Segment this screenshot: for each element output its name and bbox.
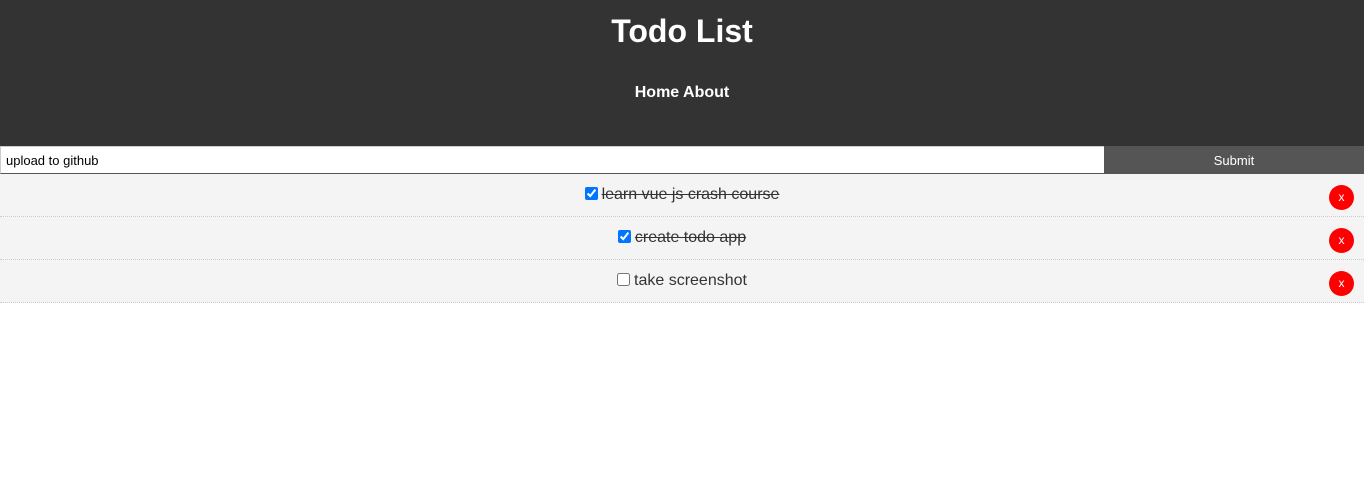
todo-item: learn vue js crash course x xyxy=(0,174,1364,217)
todo-item: take screenshot x xyxy=(0,260,1364,303)
todo-list: learn vue js crash course x create todo … xyxy=(0,174,1364,303)
todo-checkbox[interactable] xyxy=(617,229,631,243)
app-title: Todo List xyxy=(611,13,753,49)
todo-item-content: take screenshot xyxy=(617,272,747,290)
app-header: Todo List Home About xyxy=(0,0,1364,146)
todo-checkbox[interactable] xyxy=(584,186,598,200)
delete-todo-button[interactable]: x xyxy=(1329,185,1354,210)
todo-item-content: create todo app xyxy=(617,229,747,247)
add-todo-form: Submit xyxy=(0,146,1364,174)
delete-todo-button[interactable]: x xyxy=(1329,271,1354,296)
delete-todo-button[interactable]: x xyxy=(1329,228,1354,253)
todo-checkbox[interactable] xyxy=(617,272,631,286)
nav-link-home[interactable]: Home xyxy=(635,84,679,101)
todo-item: create todo app x xyxy=(0,217,1364,260)
todo-item-content: learn vue js crash course xyxy=(584,186,780,204)
todo-title-input[interactable] xyxy=(0,146,1104,174)
todo-title: learn vue js crash course xyxy=(601,186,780,203)
nav-bar: Home About xyxy=(0,84,1364,102)
todo-title: create todo app xyxy=(634,229,747,246)
submit-button[interactable]: Submit xyxy=(1104,146,1364,174)
todo-title: take screenshot xyxy=(634,272,747,289)
nav-link-about[interactable]: About xyxy=(683,84,729,101)
